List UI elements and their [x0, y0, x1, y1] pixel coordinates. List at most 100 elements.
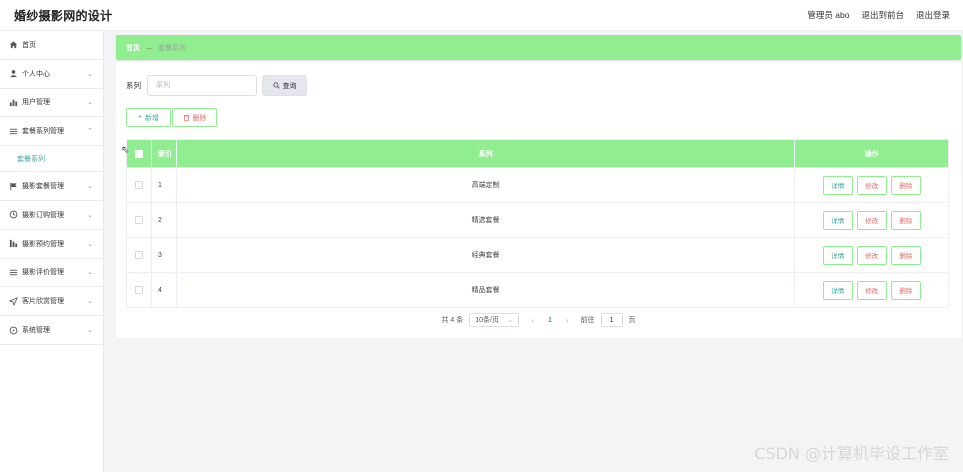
total-count: 共 4 条 [441, 317, 464, 324]
goto-prefix: 前往 [580, 317, 595, 324]
sidebar: 首页 个人中心 ⌄ 用户管理 ⌄ 套餐系列管理 ⌃ 套餐系列 摄影套餐管理 ⌄ [0, 31, 104, 472]
goto-page-input[interactable] [600, 313, 623, 327]
trash-icon [183, 114, 190, 121]
next-page-icon[interactable]: › [560, 316, 575, 325]
mouse-cursor-icon: ⇖ [121, 145, 130, 156]
content-panel: 系列 查询 + 新增 删除 索引 系列 操作 [116, 62, 961, 338]
search-icon [272, 82, 280, 89]
row-checkbox-cell [127, 203, 152, 237]
row-name: 高端定制 [177, 168, 796, 202]
page-size-value: 10条/页 [475, 317, 499, 324]
table-row: 4 精品套餐 详情 修改 删除 [127, 272, 948, 307]
page-size-select[interactable]: 10条/页 ⌄ [469, 313, 520, 327]
sidebar-item-package-mgmt[interactable]: 摄影套餐管理 ⌄ [0, 172, 103, 201]
chevron-down-icon: ⌄ [507, 317, 514, 324]
sidebar-item-label: 首页 [22, 41, 36, 49]
chevron-down-icon: ⌄ [87, 211, 93, 219]
delete-button[interactable]: 删除 [890, 175, 921, 195]
clock-icon [8, 210, 18, 220]
app-title: 婚纱摄影网的设计 [14, 8, 113, 23]
row-name: 精品套餐 [177, 273, 796, 307]
row-checkbox[interactable] [134, 251, 143, 259]
prev-page-icon[interactable]: ‹ [525, 316, 540, 325]
breadcrumb: 首页 → 套餐系列 [116, 35, 961, 60]
detail-button[interactable]: 详情 [822, 175, 853, 195]
search-label: 系列 [126, 81, 141, 90]
chevron-down-icon: ⌄ [87, 99, 93, 107]
sidebar-item-booking-mgmt[interactable]: 摄影预约管理 ⌄ [0, 230, 103, 259]
logout-link[interactable]: 退出登录 [916, 9, 950, 21]
sidebar-item-system-mgmt[interactable]: 系统管理 ⌄ [0, 316, 103, 345]
row-ops: 详情 修改 删除 [795, 168, 948, 202]
edit-button[interactable]: 修改 [856, 280, 887, 300]
detail-button[interactable]: 详情 [822, 245, 853, 265]
watermark: CSDN @计算机毕设工作室 [754, 444, 949, 463]
list-icon [8, 267, 18, 277]
row-checkbox[interactable] [134, 216, 143, 224]
sidebar-item-profile[interactable]: 个人中心 ⌄ [0, 60, 103, 89]
select-all-checkbox[interactable] [134, 149, 143, 158]
row-index: 2 [152, 203, 177, 237]
row-ops: 详情 修改 删除 [795, 203, 948, 237]
search-input[interactable] [147, 75, 257, 96]
row-checkbox-cell [127, 238, 152, 272]
delete-button[interactable]: 删除 [890, 245, 921, 265]
breadcrumb-home[interactable]: 首页 [126, 43, 140, 53]
breadcrumb-separator: → [145, 43, 153, 52]
row-checkbox[interactable] [134, 286, 143, 294]
delete-button[interactable]: 删除 [890, 280, 921, 300]
chevron-down-icon: ⌄ [87, 240, 93, 248]
row-index: 4 [152, 273, 177, 307]
table-header: 索引 系列 操作 [127, 140, 948, 167]
row-checkbox-cell [127, 168, 152, 202]
page-number-current[interactable]: 1 [546, 317, 554, 324]
pagination: 共 4 条 10条/页 ⌄ ‹ 1 › 前往 页 [116, 313, 961, 327]
row-index: 3 [152, 238, 177, 272]
sidebar-item-order-mgmt[interactable]: 摄影订购管理 ⌄ [0, 201, 103, 230]
search-button[interactable]: 查询 [262, 75, 307, 96]
header-links: 管理员 abo 退出到前台 退出登录 [807, 9, 950, 21]
detail-button[interactable]: 详情 [822, 280, 853, 300]
edit-button[interactable]: 修改 [856, 210, 887, 230]
bar-icon [8, 239, 18, 249]
row-ops: 详情 修改 删除 [795, 273, 948, 307]
add-button-label: 新增 [145, 114, 160, 122]
sidebar-item-label: 客片欣赏管理 [22, 298, 64, 306]
top-header: 婚纱摄影网的设计 管理员 abo 退出到前台 退出登录 [0, 0, 963, 31]
sidebar-item-label: 个人中心 [22, 70, 50, 78]
edit-button[interactable]: 修改 [856, 175, 887, 195]
row-name: 经典套餐 [177, 238, 796, 272]
add-button[interactable]: + 新增 [126, 108, 171, 127]
sidebar-item-label: 系统管理 [22, 327, 50, 335]
row-checkbox-cell [127, 273, 152, 307]
sidebar-subitem-series[interactable]: 套餐系列 [0, 146, 103, 173]
sidebar-item-gallery-mgmt[interactable]: 客片欣赏管理 ⌄ [0, 287, 103, 317]
sidebar-item-review-mgmt[interactable]: 摄影评价管理 ⌄ [0, 259, 103, 288]
row-checkbox[interactable] [134, 181, 143, 189]
user-icon [8, 69, 18, 79]
sidebar-item-home[interactable]: 首页 [0, 31, 103, 60]
list-icon [8, 126, 18, 136]
sidebar-item-users[interactable]: 用户管理 ⌄ [0, 89, 103, 118]
row-name: 精选套餐 [177, 203, 796, 237]
batch-delete-button[interactable]: 删除 [172, 108, 217, 127]
sidebar-item-series-mgmt[interactable]: 套餐系列管理 ⌃ [0, 117, 103, 147]
sidebar-subitem-label: 套餐系列 [17, 155, 45, 163]
sidebar-item-label: 套餐系列管理 [22, 128, 64, 136]
edit-button[interactable]: 修改 [856, 245, 887, 265]
breadcrumb-current: 套餐系列 [158, 44, 186, 52]
chart-icon [8, 97, 18, 107]
header-name: 系列 [177, 140, 796, 167]
batch-delete-label: 删除 [192, 114, 207, 122]
search-row: 系列 查询 [126, 75, 307, 96]
sidebar-item-label: 用户管理 [22, 99, 50, 107]
chevron-down-icon: ⌄ [87, 298, 93, 306]
chevron-down-icon: ⌄ [87, 70, 93, 78]
header-index: 索引 [152, 140, 177, 167]
flag-icon [8, 181, 18, 191]
detail-button[interactable]: 详情 [822, 210, 853, 230]
front-link[interactable]: 退出到前台 [861, 9, 904, 21]
delete-button[interactable]: 删除 [890, 210, 921, 230]
header-checkbox-cell [127, 140, 152, 167]
action-row: + 新增 删除 [126, 108, 217, 127]
